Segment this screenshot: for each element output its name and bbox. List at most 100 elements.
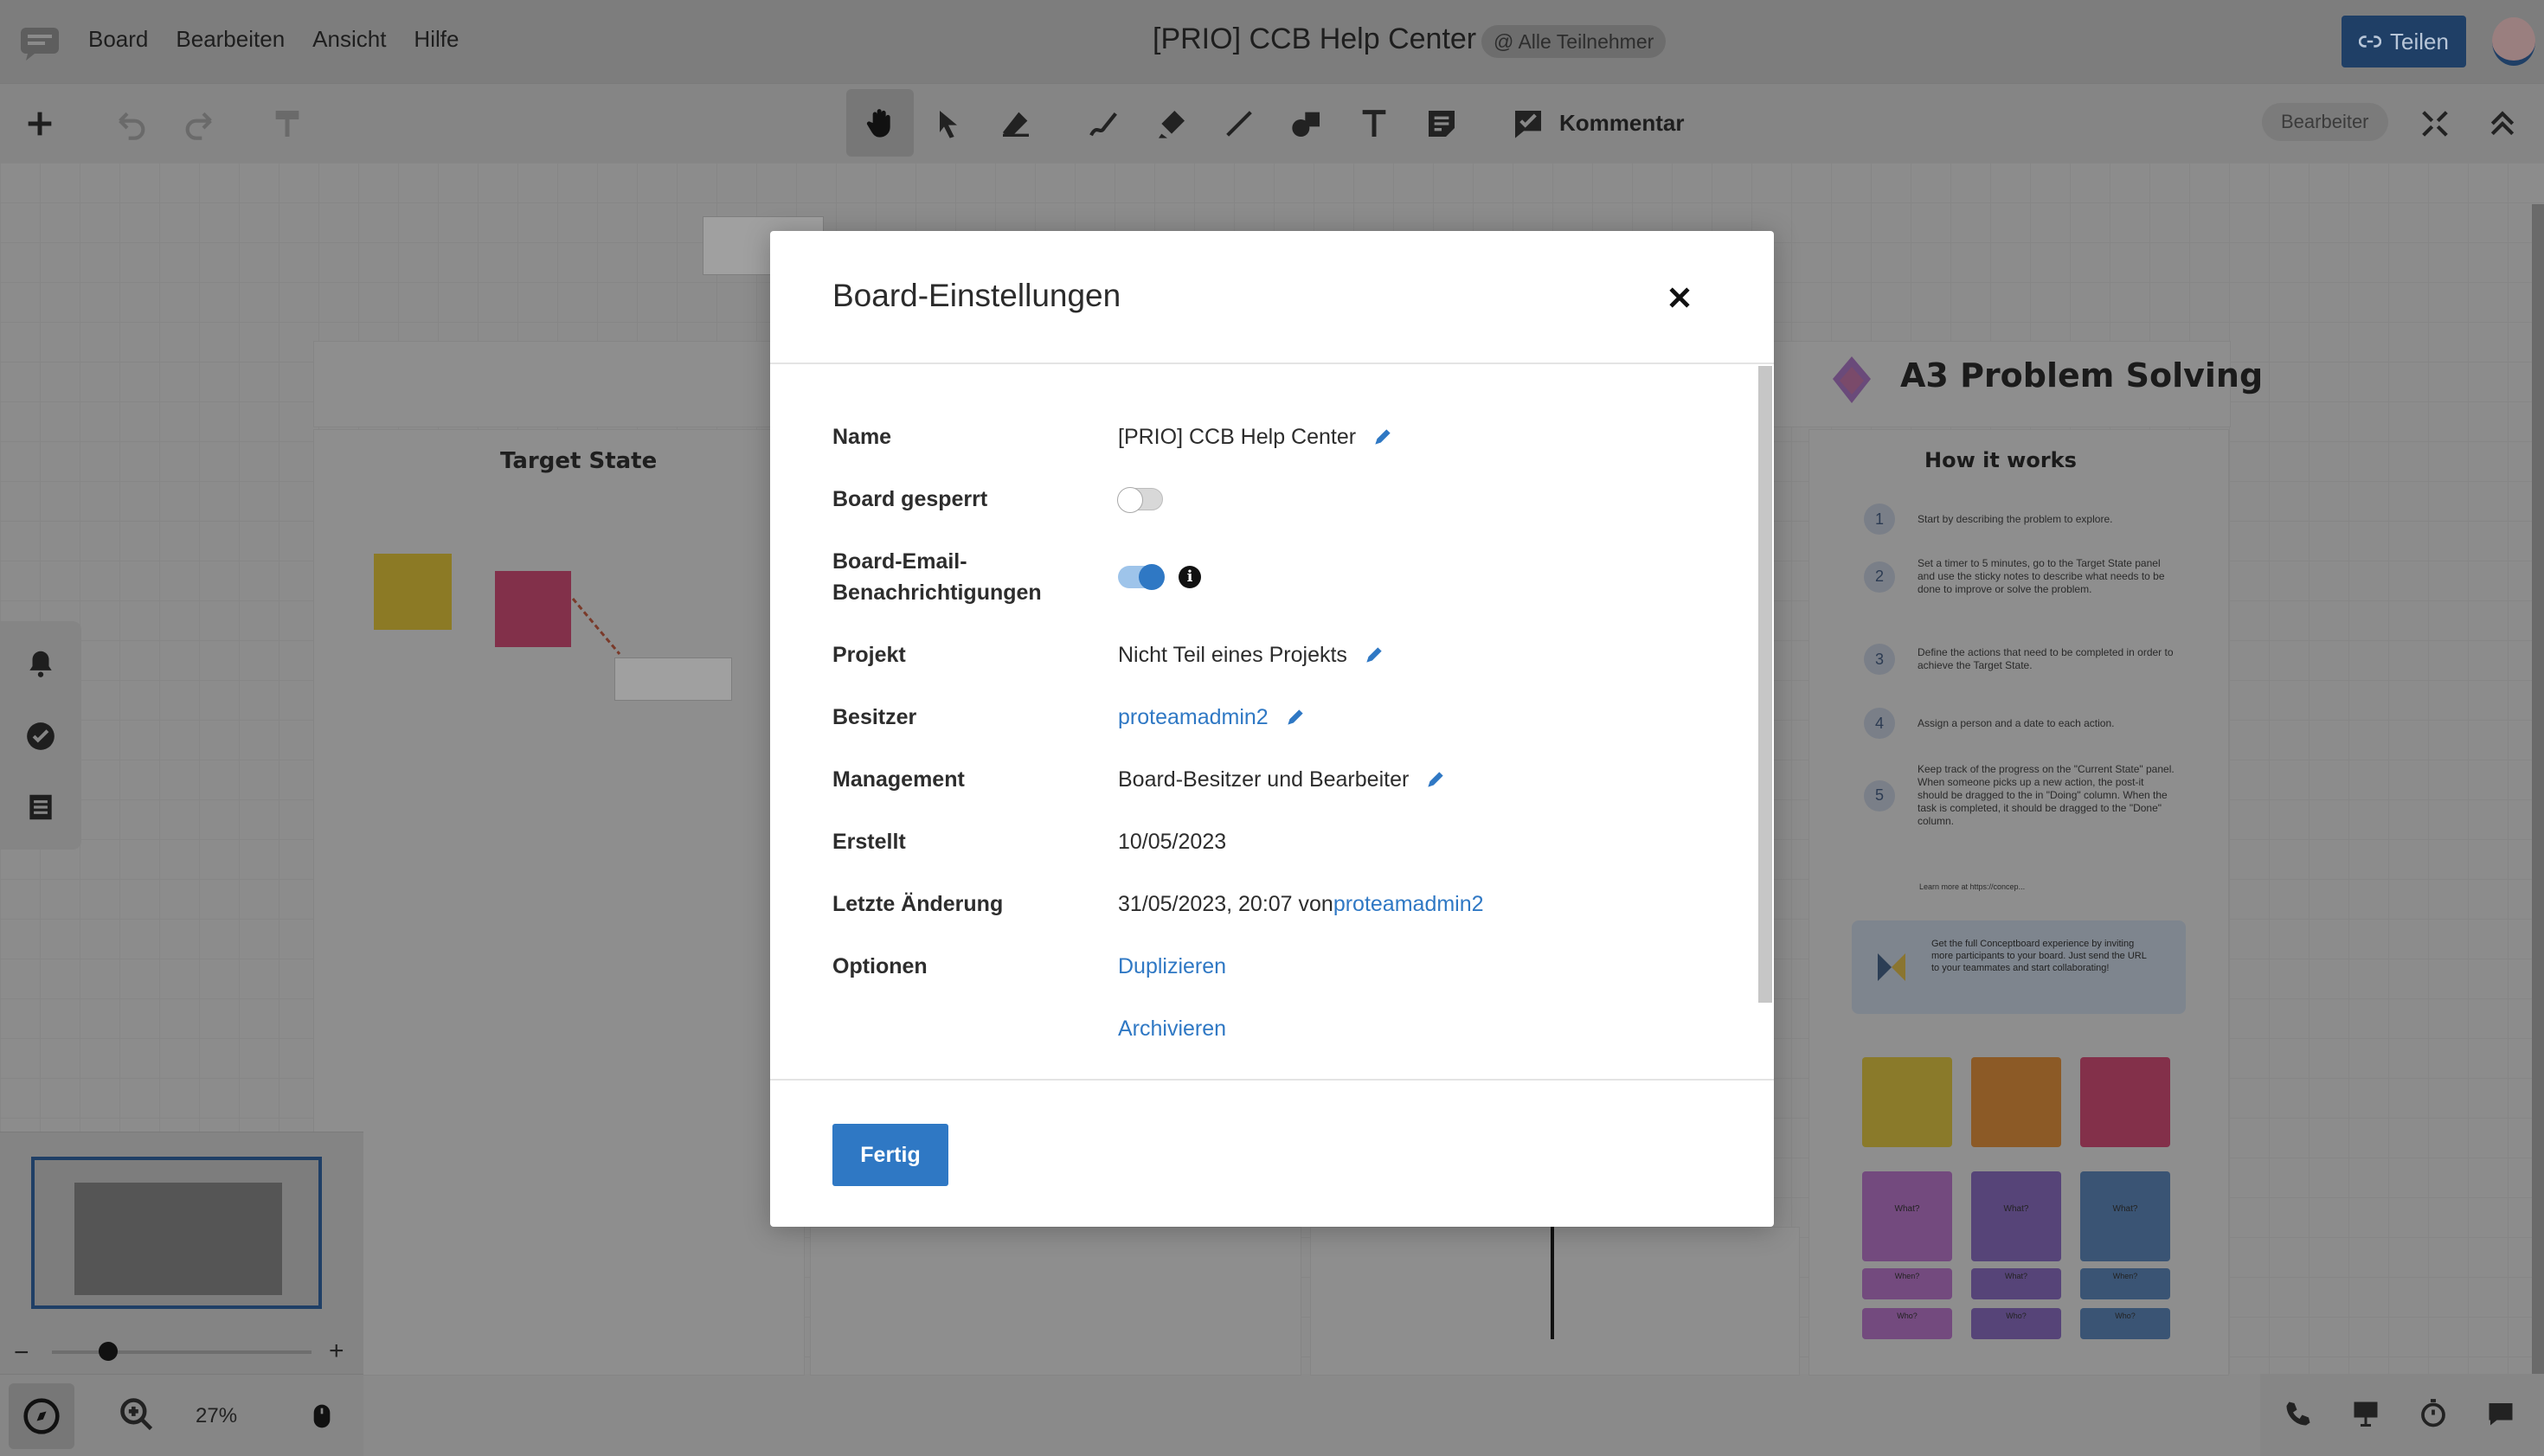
timer-icon[interactable] [2418, 1398, 2449, 1434]
owner-link[interactable]: proteamadmin2 [1118, 702, 1269, 733]
sticky-who[interactable]: Who? [2080, 1308, 2170, 1339]
menu-view[interactable]: Ansicht [312, 26, 386, 53]
hand-tool-icon[interactable] [846, 89, 914, 157]
dialog-scrollbar[interactable] [1758, 366, 1772, 1003]
text-icon[interactable] [1353, 103, 1395, 144]
sticky-stack[interactable] [2080, 1057, 2170, 1147]
edit-name-pencil-icon[interactable] [1372, 426, 1394, 448]
options-spacer [832, 1013, 1118, 1044]
zoom-slider[interactable] [52, 1350, 312, 1354]
participants-badge[interactable]: @ Alle Teilnehmer [1481, 25, 1667, 58]
check-circle-icon[interactable] [24, 720, 57, 753]
phone-icon[interactable] [2283, 1398, 2314, 1434]
project-value: Nicht Teil eines Projekts [1118, 643, 1347, 667]
name-value: [PRIO] CCB Help Center [1118, 425, 1357, 449]
duplicate-link[interactable]: Duplizieren [1118, 951, 1226, 982]
row-name: Name [PRIO] CCB Help Center [832, 421, 1732, 452]
zoom-slider-handle[interactable] [99, 1342, 118, 1361]
invite-info-text: Get the full Conceptboard experience by … [1931, 939, 2147, 973]
add-icon[interactable] [19, 103, 61, 144]
sticky-note-icon[interactable] [1421, 103, 1462, 144]
fullscreen-icon[interactable] [2414, 103, 2456, 144]
info-icon[interactable]: i [1179, 566, 1201, 588]
comment-icon[interactable] [1507, 103, 1549, 144]
sticky-when[interactable]: When? [2080, 1268, 2170, 1299]
eraser-icon[interactable] [995, 103, 1037, 144]
list-icon[interactable] [24, 791, 57, 824]
zoom-in-icon[interactable]: + [329, 1337, 344, 1366]
conceptboard-info-icon [1876, 952, 1907, 983]
step-number: 3 [1864, 644, 1895, 675]
zoom-search-icon[interactable] [118, 1395, 156, 1438]
archive-link[interactable]: Archivieren [1118, 1013, 1226, 1044]
minimap-board-preview [74, 1183, 282, 1295]
zoom-level[interactable]: 27% [196, 1404, 237, 1428]
zoom-out-icon[interactable]: − [14, 1338, 29, 1368]
sticky-stack[interactable] [1971, 1057, 2061, 1147]
share-label: Teilen [2390, 28, 2449, 55]
row-options: Optionen Duplizieren [832, 951, 1732, 982]
row-email-notifications: Board-Email- Benachrichtigungen i [832, 546, 1732, 608]
comment-note[interactable] [614, 657, 732, 701]
share-button[interactable]: Teilen [2342, 16, 2466, 67]
presentation-icon[interactable] [2350, 1398, 2381, 1434]
comment-label[interactable]: Kommentar [1559, 110, 1684, 137]
bottom-right-toolbar [2260, 1374, 2544, 1456]
project-label: Projekt [832, 643, 906, 667]
menu-board[interactable]: Board [88, 26, 148, 53]
email-notifications-toggle[interactable] [1118, 564, 1165, 590]
sticky-what[interactable]: What? [1862, 1171, 1952, 1261]
canvas-scrollbar[interactable] [2532, 204, 2544, 1374]
shapes-icon[interactable] [1286, 103, 1327, 144]
close-icon[interactable] [1665, 283, 1694, 312]
menu-help[interactable]: Hilfe [414, 26, 459, 53]
dialog-footer: Fertig [770, 1079, 1774, 1227]
done-button[interactable]: Fertig [832, 1124, 948, 1186]
step-number: 2 [1864, 561, 1895, 593]
sticky-who[interactable]: Who? [1862, 1308, 1952, 1339]
pen-icon[interactable] [1083, 103, 1125, 144]
row-board-locked: Board gesperrt [832, 484, 1732, 515]
user-avatar[interactable] [2492, 17, 2535, 66]
select-pointer-icon[interactable] [928, 103, 969, 144]
sticky-when[interactable]: When? [1862, 1268, 1952, 1299]
row-archive: Archivieren [832, 1013, 1732, 1044]
sticky-stack[interactable] [1862, 1057, 1952, 1147]
sticky-what[interactable]: What? [2080, 1171, 2170, 1261]
mouse-mode-icon[interactable] [308, 1397, 336, 1440]
sticky-what[interactable]: What? [1971, 1171, 2061, 1261]
edit-owner-pencil-icon[interactable] [1284, 706, 1307, 728]
sticky-note[interactable] [374, 554, 452, 630]
bottom-toolbar: 27% [0, 1374, 363, 1456]
learn-more-link[interactable]: Learn more at https://concep... [1919, 882, 2025, 891]
bell-icon[interactable] [24, 647, 57, 680]
chat-icon[interactable] [2485, 1398, 2516, 1434]
sticky-who[interactable]: Who? [1971, 1308, 2061, 1339]
redo-icon[interactable] [178, 103, 220, 144]
created-label: Erstellt [832, 830, 906, 854]
step-item: 3 Define the actions that need to be com… [1864, 644, 2175, 675]
minimap-viewport[interactable] [31, 1157, 322, 1309]
menu-edit[interactable]: Bearbeiten [176, 26, 285, 53]
a3-logo-icon [1833, 356, 1871, 403]
edit-project-pencil-icon[interactable] [1363, 644, 1385, 666]
sticky-what[interactable]: What? [1971, 1268, 2061, 1299]
undo-icon[interactable] [111, 103, 152, 144]
link-icon [2359, 35, 2382, 48]
format-painter-icon[interactable] [267, 103, 308, 144]
row-last-modified: Letzte Änderung 31/05/2023, 20:07 von pr… [832, 888, 1732, 920]
edit-management-pencil-icon[interactable] [1424, 768, 1447, 791]
compass-icon[interactable] [9, 1383, 74, 1449]
minimap[interactable]: − + [0, 1132, 363, 1382]
row-owner: Besitzer proteamadmin2 [832, 702, 1732, 733]
board-title[interactable]: [PRIO] CCB Help Center [1153, 22, 1476, 56]
highlighter-icon[interactable] [1151, 103, 1192, 144]
modified-by-link[interactable]: proteamadmin2 [1333, 888, 1484, 920]
step-number: 4 [1864, 708, 1895, 739]
conceptboard-logo-icon[interactable] [19, 26, 62, 61]
board-locked-label: Board gesperrt [832, 487, 988, 511]
collapse-toolbar-icon[interactable] [2482, 103, 2523, 144]
board-locked-toggle[interactable] [1117, 487, 1163, 513]
sticky-note[interactable] [495, 571, 571, 647]
line-icon[interactable] [1218, 103, 1260, 144]
